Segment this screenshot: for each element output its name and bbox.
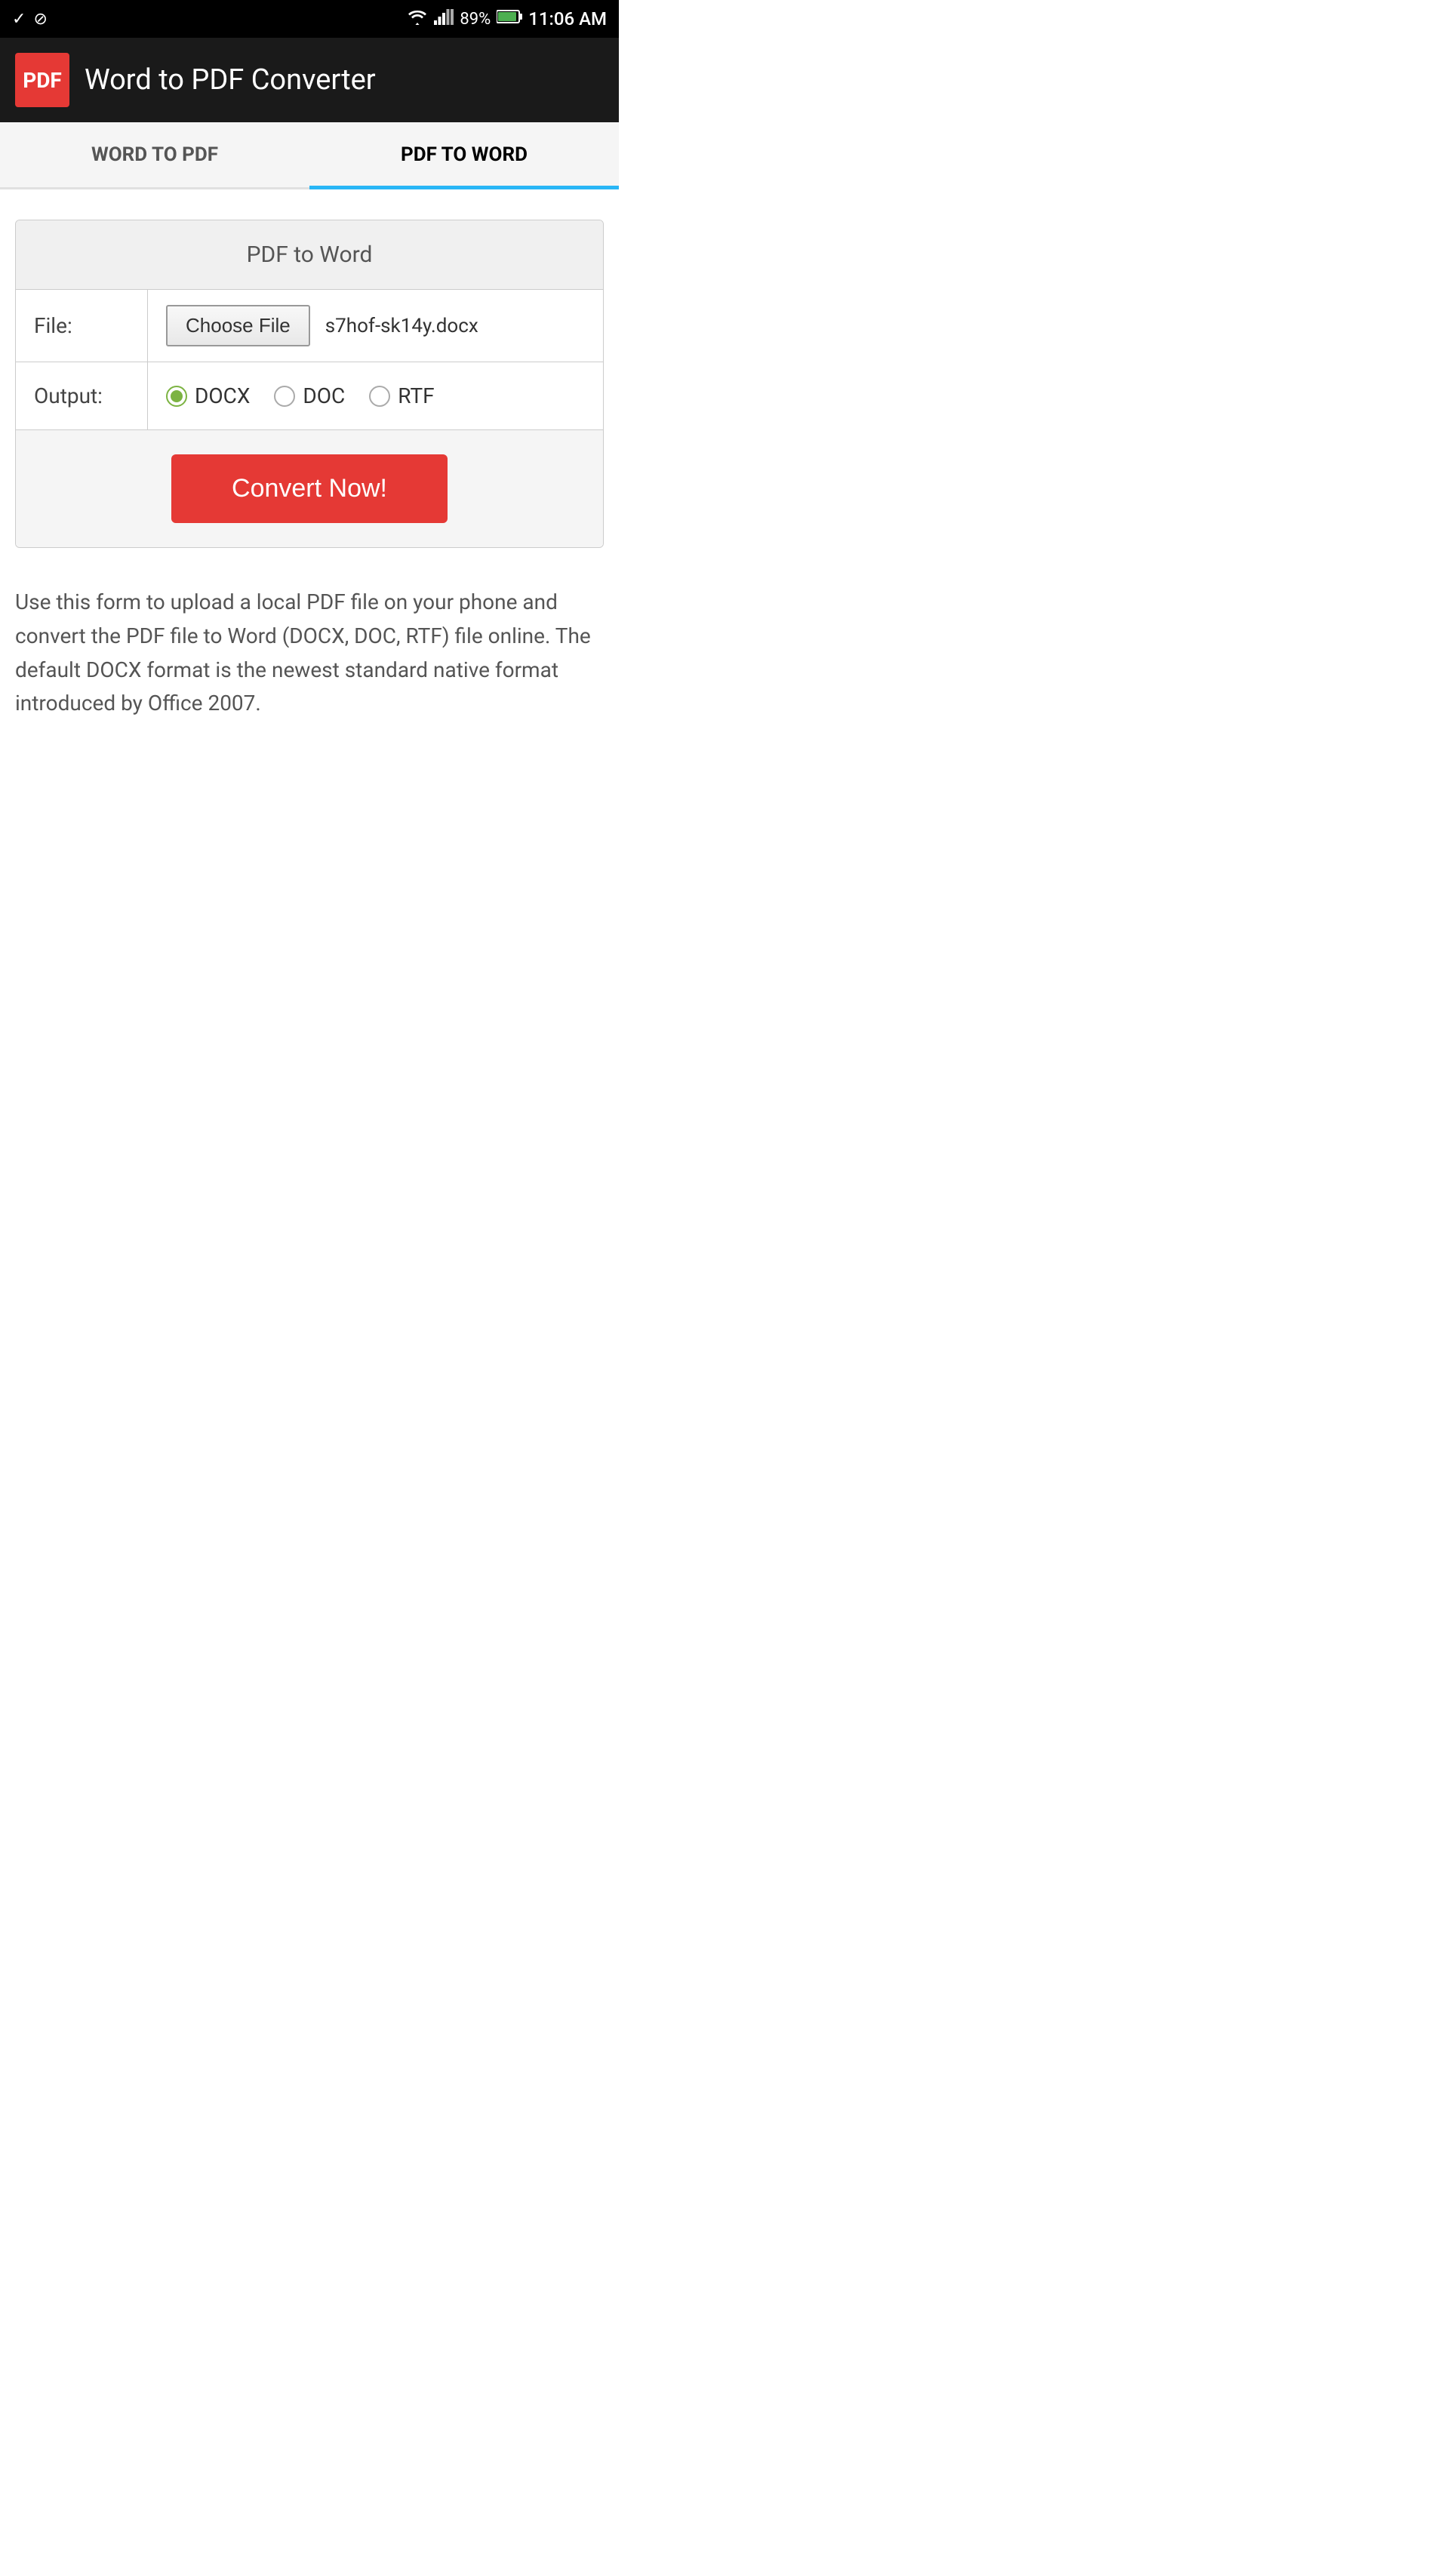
radio-docx-label: DOCX (195, 383, 250, 408)
tab-pdf-to-word[interactable]: PDF TO WORD (309, 122, 619, 187)
form-title: PDF to Word (16, 220, 603, 290)
convert-now-button[interactable]: Convert Now! (171, 454, 448, 523)
main-content: PDF to Word File: Choose File s7hof-sk14… (0, 189, 619, 759)
file-field: Choose File s7hof-sk14y.docx (148, 290, 603, 362)
radio-rtf-circle (369, 386, 390, 407)
radio-rtf-label: RTF (398, 383, 434, 408)
choose-file-button[interactable]: Choose File (166, 305, 310, 346)
tabs-container: WORD TO PDF PDF TO WORD (0, 122, 619, 189)
radio-doc-label: DOC (303, 383, 345, 408)
notification-icon: ✓ (12, 10, 26, 29)
time: 11:06 AM (528, 8, 607, 29)
wifi-icon (407, 9, 428, 29)
status-left-icons: ✓ ⊘ (12, 10, 48, 29)
selected-file-name: s7hof-sk14y.docx (325, 315, 478, 337)
tab-word-to-pdf[interactable]: WORD TO PDF (0, 122, 309, 187)
signal-icon (434, 8, 454, 29)
block-icon: ⊘ (33, 10, 47, 29)
status-bar: ✓ ⊘ 89% (0, 0, 619, 38)
description-text: Use this form to upload a local PDF file… (15, 578, 604, 728)
app-bar: PDF Word to PDF Converter (0, 38, 619, 122)
converter-form-card: PDF to Word File: Choose File s7hof-sk14… (15, 220, 604, 548)
output-row: Output: DOCX DOC RTF (16, 362, 603, 430)
app-title: Word to PDF Converter (85, 63, 376, 97)
app-logo: PDF (15, 53, 69, 107)
radio-option-rtf[interactable]: RTF (369, 383, 434, 408)
battery-percentage: 89% (460, 10, 491, 29)
radio-option-docx[interactable]: DOCX (166, 383, 250, 408)
tab-active-indicator (309, 186, 619, 189)
radio-option-doc[interactable]: DOC (274, 383, 345, 408)
file-row: File: Choose File s7hof-sk14y.docx (16, 290, 603, 362)
radio-doc-circle (274, 386, 295, 407)
file-label: File: (16, 290, 148, 362)
status-right-icons: 89% 11:06 AM (407, 8, 607, 29)
output-radio-group: DOCX DOC RTF (148, 362, 603, 429)
radio-docx-circle (166, 386, 187, 407)
output-label: Output: (16, 362, 148, 429)
battery-icon (497, 9, 522, 29)
convert-row: Convert Now! (16, 430, 603, 547)
